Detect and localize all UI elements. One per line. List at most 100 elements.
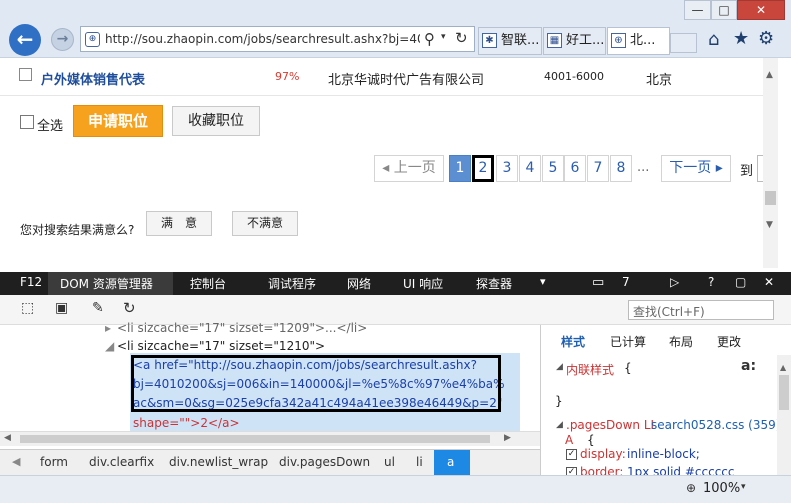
zoom-level[interactable]: 100% — [703, 481, 740, 496]
emulation-monitor-icon[interactable]: ▭ — [592, 275, 604, 290]
console-toggle-icon[interactable]: ▷ — [670, 275, 679, 289]
refresh-dom-icon[interactable]: ↻ — [123, 299, 136, 317]
inline-style-brace-close: } — [555, 394, 563, 408]
collapse-rule-icon[interactable]: ◢ — [556, 420, 563, 430]
dom-line-a-shape[interactable]: shape="">2</a> — [133, 416, 240, 430]
tab-computed[interactable]: 已计算 — [610, 333, 646, 350]
search-icon[interactable]: ⚲ — [424, 30, 435, 48]
new-tab-button[interactable] — [670, 33, 697, 53]
apply-button[interactable]: 申请职位 — [73, 105, 163, 137]
pen-icon[interactable]: ✎ — [92, 300, 104, 316]
select-all-checkbox[interactable] — [20, 115, 34, 129]
scroll-left-arrow-icon[interactable]: ◀ — [4, 433, 11, 443]
maximize-button[interactable]: □ — [711, 0, 737, 20]
refresh-icon[interactable]: ↻ — [455, 29, 468, 47]
scrollbar-thumb[interactable] — [765, 191, 776, 205]
page-1[interactable]: 1 — [449, 155, 471, 182]
select-element-icon[interactable]: ⬚ — [21, 300, 34, 316]
job-city: 北京 — [646, 73, 673, 88]
tab-styles[interactable]: 样式 — [561, 333, 585, 350]
font-style-icon[interactable]: a: — [741, 358, 756, 374]
breadcrumb-ul[interactable]: ul — [384, 455, 395, 469]
job-checkbox[interactable] — [19, 68, 32, 81]
dom-collapse-arrow-icon[interactable]: ▸ — [105, 321, 111, 335]
hscroll-thumb[interactable] — [20, 435, 490, 443]
goto-page-input[interactable] — [757, 155, 763, 182]
tab-ui-responsiveness[interactable]: UI 响应 — [403, 275, 443, 292]
tab-zhilian[interactable]: ✱ 智联... — [478, 27, 542, 55]
styles-scrollbar[interactable]: ▲ — [777, 355, 791, 475]
zoom-dropdown-icon[interactable]: ▾ — [741, 482, 746, 492]
devtools-tabbar: F12 DOM 资源管理器 控制台 调试程序 网络 UI 响应 探查器 ▾ ▭ … — [0, 272, 791, 295]
breadcrumb-a[interactable]: a — [447, 455, 454, 469]
devtools-search-input[interactable]: 查找(Ctrl+F) — [628, 300, 774, 320]
dom-horizontal-scrollbar[interactable]: ◀ ▶ — [0, 431, 540, 446]
highlight-element-icon[interactable]: ▣ — [55, 300, 68, 316]
page-3[interactable]: 3 — [496, 155, 518, 182]
home-icon[interactable]: ⌂ — [708, 29, 719, 50]
rule-selector: .pagesDown LI — [566, 418, 655, 432]
forward-button[interactable]: → — [51, 28, 74, 51]
more-tabs-icon[interactable]: ▾ — [540, 275, 546, 288]
breadcrumb-div-clearfix[interactable]: div.clearfix — [89, 455, 154, 469]
tab-profiler[interactable]: 探查器 — [476, 275, 512, 292]
breadcrumb-form[interactable]: form — [40, 455, 68, 469]
dom-line-li[interactable]: <li sizcache="17" sizset="1210"> — [117, 339, 325, 353]
undock-icon[interactable]: ▢ — [735, 275, 746, 289]
page-7[interactable]: 7 — [587, 155, 609, 182]
breadcrumb-li[interactable]: li — [416, 455, 423, 469]
page-2[interactable]: 2 — [472, 155, 494, 182]
tab-network[interactable]: 网络 — [347, 275, 371, 292]
url-text: http://sou.zhaopin.com/jobs/searchresult… — [105, 32, 420, 46]
prev-page-button[interactable]: ◂ 上一页 — [374, 155, 444, 182]
close-button[interactable]: ✕ — [737, 0, 785, 20]
unsatisfied-button[interactable]: 不满意 — [232, 211, 298, 236]
company-link[interactable]: 北京华诚时代广告有限公司 — [328, 69, 484, 88]
display-checkbox[interactable]: ✓ — [566, 449, 577, 460]
satisfied-button[interactable]: 满 意 — [146, 211, 212, 236]
tab-layout[interactable]: 布局 — [669, 333, 693, 350]
rule-brace-open: { — [587, 433, 595, 447]
tab-beijing-active[interactable]: ⊕ 北... — [607, 27, 670, 55]
page-5[interactable]: 5 — [542, 155, 564, 182]
breadcrumb-prev-icon[interactable]: ◀ — [12, 455, 20, 468]
page-6[interactable]: 6 — [564, 155, 586, 182]
dom-expand-arrow-icon[interactable]: ◢ — [105, 339, 114, 353]
scroll-right-arrow-icon[interactable]: ▶ — [504, 433, 511, 443]
tab-debugger[interactable]: 调试程序 — [268, 275, 316, 292]
zoom-icon[interactable]: ⊕ — [686, 481, 696, 495]
styles-scroll-up-icon[interactable]: ▲ — [780, 363, 786, 372]
rule-source-link[interactable]: search0528.css (359) — [651, 418, 780, 432]
tab-dom-explorer[interactable]: DOM 资源管理器 — [60, 275, 153, 292]
scroll-down-arrow-icon[interactable]: ▼ — [766, 220, 773, 230]
help-icon[interactable]: ? — [708, 275, 714, 289]
rule-selector-a: A — [565, 433, 574, 447]
favorites-star-icon[interactable]: ★ — [733, 28, 749, 49]
devtools-f12-label: F12 — [20, 275, 43, 289]
address-bar[interactable]: ⊕ http://sou.zhaopin.com/jobs/searchresu… — [80, 26, 475, 52]
breadcrumb-div-pagesdown[interactable]: div.pagesDown — [279, 455, 370, 469]
page-4[interactable]: 4 — [519, 155, 541, 182]
settings-gear-icon[interactable]: ⚙ — [758, 28, 774, 49]
inline-style-brace-open: { — [624, 361, 632, 375]
scroll-up-arrow-icon[interactable]: ▲ — [766, 70, 773, 80]
next-page-button[interactable]: 下一页 ▸ — [661, 155, 731, 182]
styles-scroll-thumb[interactable] — [779, 375, 789, 410]
dropdown-arrow-icon[interactable]: ▾ — [441, 32, 446, 42]
minimize-button[interactable]: — — [684, 0, 711, 20]
tab-changes[interactable]: 更改 — [717, 333, 741, 350]
page-8[interactable]: 8 — [610, 155, 632, 182]
dom-line-li-collapsed[interactable]: <li sizcache="17" sizset="1209">...</li> — [117, 321, 367, 335]
match-rate: 97% — [275, 70, 300, 83]
page-scrollbar[interactable]: ▲ ▼ — [763, 58, 778, 268]
tab-console[interactable]: 控制台 — [190, 275, 226, 292]
favorite-button[interactable]: 收藏职位 — [172, 106, 260, 136]
devtools-close-icon[interactable]: ✕ — [764, 275, 774, 289]
breadcrumb-div-newlist-wrap[interactable]: div.newlist_wrap — [169, 455, 268, 469]
job-title-link[interactable]: 户外媒体销售代表 — [41, 69, 145, 88]
window-titlebar — [0, 0, 791, 22]
tab-haogong[interactable]: ▦ 好工... — [543, 27, 606, 55]
back-button[interactable]: ← — [9, 24, 41, 56]
border-checkbox[interactable]: ✓ — [566, 467, 577, 475]
collapse-inline-icon[interactable]: ◢ — [556, 362, 563, 372]
